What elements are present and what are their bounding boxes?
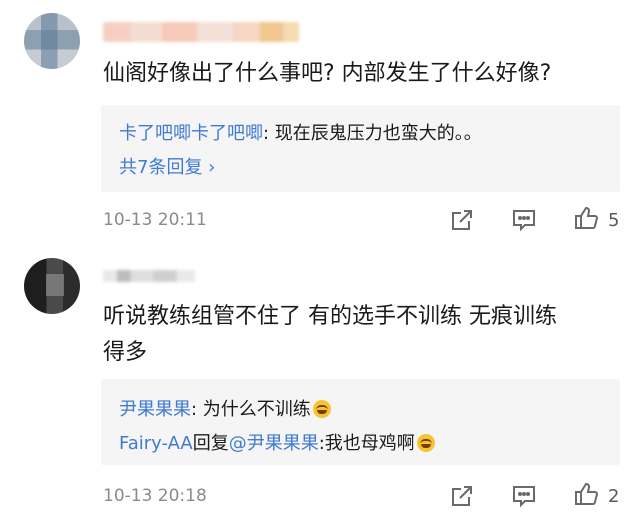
- reply-author[interactable]: 尹果果果: [119, 399, 191, 420]
- reply-item[interactable]: Fairy-AA回复@尹果果果:我也母鸡啊: [119, 429, 435, 455]
- like-count: 5: [608, 210, 620, 231]
- like-count: 2: [608, 486, 620, 507]
- share-icon[interactable]: [449, 207, 475, 233]
- reply-item[interactable]: 尹果果果: 为什么不训练: [119, 395, 331, 421]
- reply-separator: :: [191, 399, 203, 420]
- comment-timestamp: 10-13 20:11: [103, 210, 207, 230]
- comment-text-line: 听说教练组管不住了 有的选手不训练 无痕训练: [103, 304, 557, 329]
- reply-item[interactable]: 卡了吧唧卡了吧唧: 现在辰鬼压力也蛮大的。。: [119, 119, 482, 145]
- username-blurred[interactable]: [103, 270, 195, 282]
- reply-text: 现在辰鬼压力也蛮大的。。: [274, 123, 482, 144]
- reply-box[interactable]: 尹果果果: 为什么不训练 Fairy-AA回复@尹果果果:我也母鸡啊: [101, 379, 620, 465]
- avatar[interactable]: [24, 13, 80, 69]
- avatar[interactable]: [24, 258, 80, 314]
- reply-box[interactable]: 卡了吧唧卡了吧唧: 现在辰鬼压力也蛮大的。。 共7条回复 ›: [101, 105, 620, 192]
- reply-separator: :: [263, 123, 275, 144]
- like-icon[interactable]: [573, 205, 599, 231]
- view-all-replies-link[interactable]: 共7条回复 ›: [119, 153, 215, 179]
- laughing-emoji-icon: [416, 434, 435, 452]
- reply-prefix: 回复: [192, 433, 229, 454]
- reply-text: 为什么不训练: [202, 399, 311, 420]
- comment-timestamp: 10-13 20:18: [103, 486, 207, 506]
- comment-icon[interactable]: [511, 207, 537, 233]
- laughing-emoji-icon: [312, 400, 331, 418]
- username-blurred[interactable]: [103, 22, 299, 42]
- reply-author[interactable]: 卡了吧唧卡了吧唧: [119, 123, 263, 144]
- reply-text: 我也母鸡啊: [324, 433, 415, 454]
- like-icon[interactable]: [573, 481, 599, 507]
- comment-text: 仙阁好像出了什么事吧? 内部发生了什么好像?: [103, 61, 552, 86]
- reply-mention[interactable]: @尹果果果: [229, 433, 319, 454]
- comment-icon[interactable]: [511, 483, 537, 509]
- share-icon[interactable]: [449, 483, 475, 509]
- reply-author[interactable]: Fairy-AA: [119, 433, 193, 454]
- comment-text-line: 得多: [103, 340, 148, 365]
